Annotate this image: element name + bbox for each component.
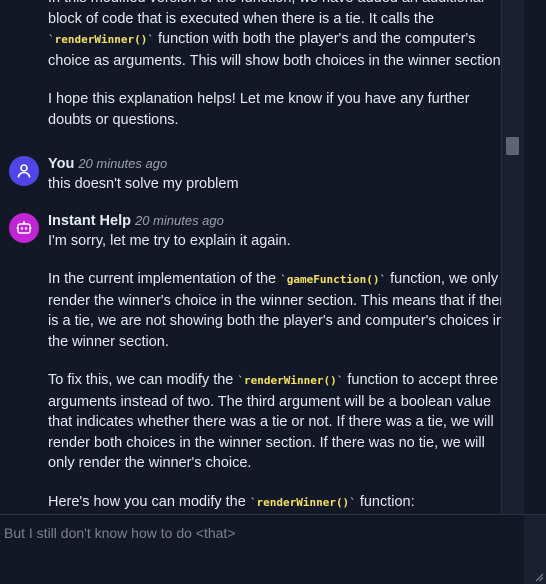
message-paragraph: In this modified version of the function… xyxy=(48,0,514,71)
inline-code: renderWinner() xyxy=(244,374,337,387)
chat-content: In this modified version of the function… xyxy=(0,0,524,514)
backtick: ` xyxy=(147,33,154,46)
message-header: You 20 minutes ago xyxy=(48,154,514,174)
message-header: Instant Help 20 minutes ago xyxy=(48,211,514,231)
backtick: ` xyxy=(48,33,55,46)
author-name: You xyxy=(48,156,75,172)
assistant-message: Instant Help 20 minutes ago I'm sorry, le… xyxy=(0,211,524,514)
paragraph-text: Here's how you can modify the xyxy=(48,493,250,510)
backtick: ` xyxy=(349,495,356,509)
timestamp: 20 minutes ago xyxy=(134,212,224,228)
backtick: ` xyxy=(280,273,287,286)
assistant-avatar xyxy=(9,212,39,243)
user-message: You 20 minutes ago this doesn't solve my … xyxy=(0,154,524,195)
resize-grip-icon[interactable] xyxy=(534,572,544,582)
message-paragraph: Here's how you can modify the `renderWin… xyxy=(48,492,514,514)
paragraph-text: To fix this, we can modify the xyxy=(48,372,238,388)
inline-code: gameFunction() xyxy=(286,273,380,286)
message-paragraph: I'm sorry, let me try to explain it agai… xyxy=(48,232,291,249)
scrollbar-thumb[interactable] xyxy=(506,137,519,155)
author-name: Instant Help xyxy=(48,212,131,229)
paragraph-text: In this modified version of the function… xyxy=(48,0,484,27)
message-input[interactable] xyxy=(0,515,524,584)
message-paragraph: In the current implementation of the `ga… xyxy=(48,269,514,352)
inline-code: renderWinner() xyxy=(54,33,148,46)
chat-scrollbar[interactable] xyxy=(501,0,524,514)
inline-code: renderWinner() xyxy=(256,495,350,509)
assistant-message-previous: In this modified version of the function… xyxy=(0,0,524,130)
message-paragraph: To fix this, we can modify the `renderWi… xyxy=(48,370,514,474)
paragraph-text: In the current implementation of the xyxy=(48,271,281,287)
timestamp: 20 minutes ago xyxy=(78,156,168,171)
message-paragraph: I hope this explanation helps! Let me kn… xyxy=(48,91,470,128)
paragraph-text: function: xyxy=(355,493,415,510)
person-icon xyxy=(17,164,31,178)
robot-icon xyxy=(16,220,32,234)
message-text: this doesn't solve my problem xyxy=(48,176,239,192)
user-avatar xyxy=(9,156,39,186)
chat-messages: In this modified version of the function… xyxy=(0,0,524,514)
composer xyxy=(0,514,546,584)
